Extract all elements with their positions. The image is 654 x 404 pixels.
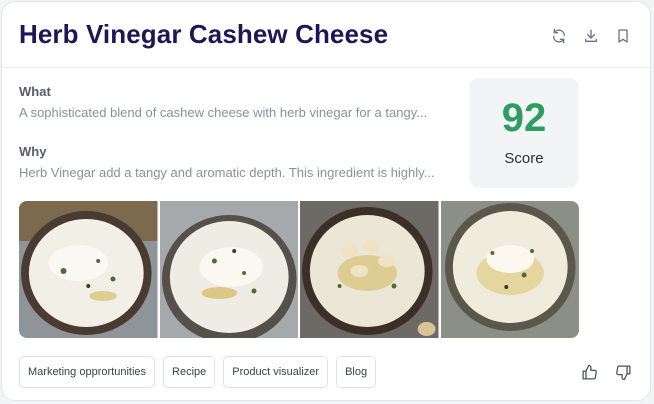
tag-marketing-opportunities[interactable]: Marketing opprortunities	[19, 356, 156, 388]
bookmark-icon[interactable]	[614, 27, 632, 45]
why-text: Herb Vinegar add a tangy and aromatic de…	[19, 165, 435, 180]
cashew-cheese-photo-1[interactable]	[19, 201, 158, 338]
score-box: 92 Score	[469, 78, 579, 188]
why-label: Why	[19, 144, 47, 159]
score-label: Score	[504, 150, 544, 167]
image-gallery	[19, 201, 579, 338]
recipe-card: Herb Vinegar Cashew Cheese What A sophis…	[1, 1, 651, 401]
refresh-icon[interactable]	[550, 27, 568, 45]
cashew-cheese-photo-3[interactable]	[300, 201, 439, 338]
tag-product-visualizer[interactable]: Product visualizer	[223, 356, 329, 388]
thumbs-down-icon[interactable]	[614, 363, 632, 381]
what-label: What	[19, 84, 51, 99]
tag-recipe[interactable]: Recipe	[163, 356, 216, 388]
cashew-cheese-photo-4[interactable]	[440, 201, 579, 338]
feedback-actions	[580, 363, 632, 381]
download-icon[interactable]	[582, 27, 600, 45]
tag-list: Marketing opprortunities Recipe Product …	[19, 356, 377, 388]
header-actions	[550, 27, 632, 45]
thumbs-up-icon[interactable]	[580, 363, 598, 381]
cashew-cheese-photo-2[interactable]	[159, 201, 298, 338]
description-section: What A sophisticated blend of cashew che…	[19, 84, 449, 180]
what-text: A sophisticated blend of cashew cheese w…	[19, 105, 428, 120]
tag-blog[interactable]: Blog	[336, 356, 377, 388]
score-value: 92	[501, 96, 547, 140]
card-header: Herb Vinegar Cashew Cheese	[2, 2, 650, 68]
card-title: Herb Vinegar Cashew Cheese	[19, 19, 389, 49]
